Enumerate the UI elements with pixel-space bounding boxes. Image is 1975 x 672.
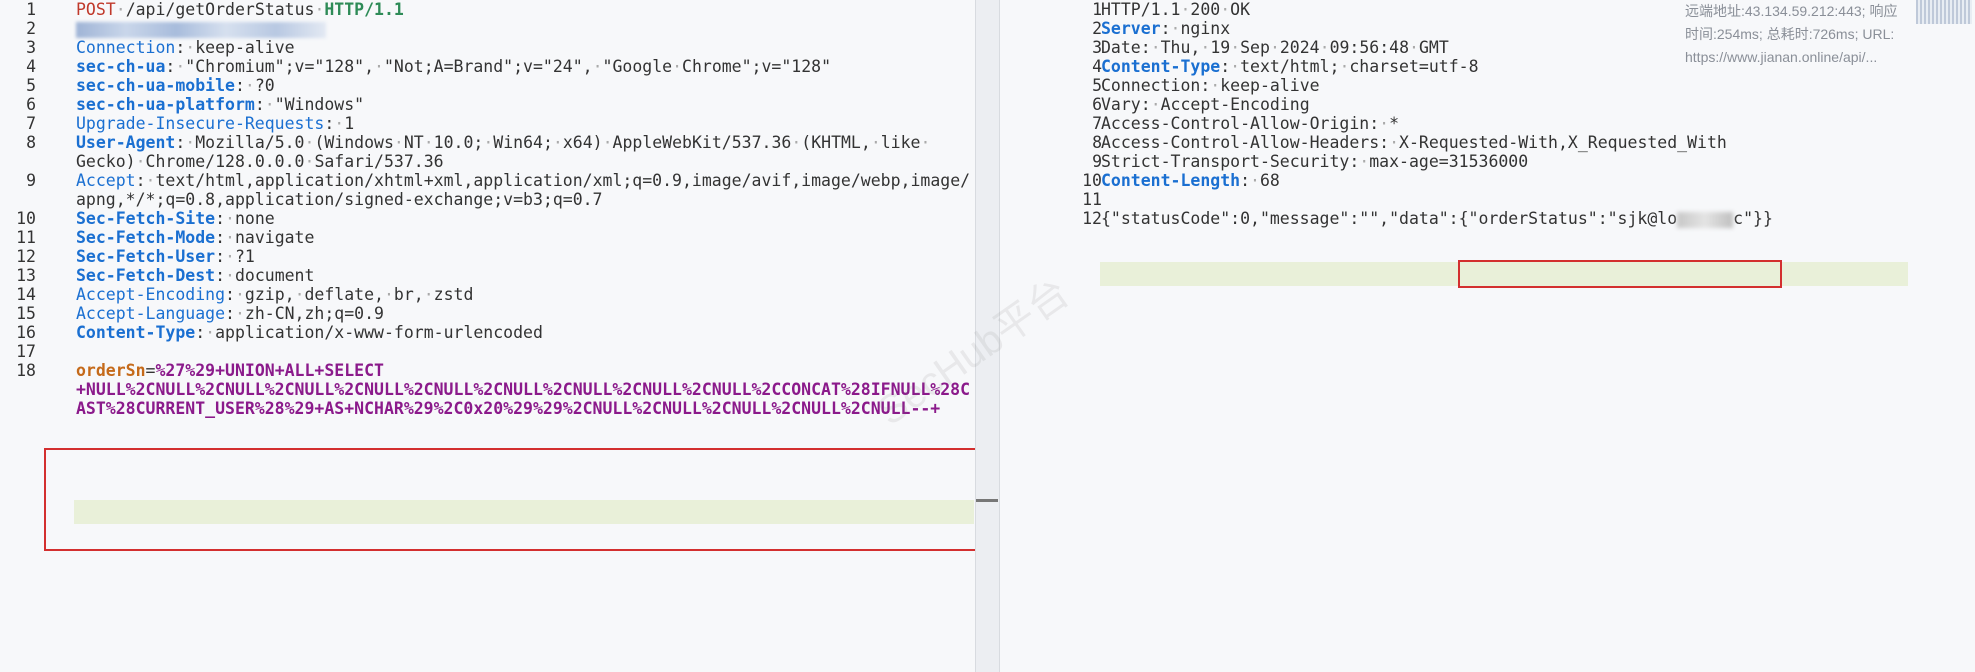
response-meta: 远端地址:43.134.59.212:443; 响应 时间:254ms; 总耗时… [1685, 0, 1905, 69]
token: c"}} [1733, 209, 1773, 228]
timing-info: 时间:254ms; 总耗时:726ms; URL: [1685, 26, 1895, 42]
code-text: {"statusCode":0,"message":"","data":{"or… [1101, 207, 1773, 231]
request-line[interactable]: AST%28CURRENT_USER%28%29+AS+NCHAR%29%2C0… [0, 397, 975, 421]
redacted-value [1677, 211, 1734, 228]
token: AST%28CURRENT_USER%28%29+AS+NCHAR%29%2C0… [76, 399, 941, 418]
response-line[interactable]: 12 {"statusCode":0,"message":"","data":{"… [1010, 207, 1975, 231]
qr-code-icon [1916, 0, 1972, 24]
splitter-grip[interactable] [976, 499, 998, 502]
token: {"statusCode":0,"message":"","data":{"or… [1101, 209, 1678, 228]
payload-highlight-box [44, 448, 978, 551]
request-editor[interactable]: 1 POST·/api/getOrderStatus·HTTP/1.1 2 3 Conn… [0, 0, 978, 672]
result-highlight-box [1458, 260, 1782, 288]
request-url: https://www.jianan.online/api/... [1685, 49, 1878, 65]
line-number: 12 [1082, 209, 1102, 228]
code-text: AST%28CURRENT_USER%28%29+AS+NCHAR%29%2C0… [76, 397, 940, 421]
response-viewer[interactable]: 1 HTTP/1.1·200·OK 2 Server:·nginx 3 Date:·Thu… [1010, 0, 1975, 672]
remote-address: 远端地址:43.134.59.212:443; 响应 [1685, 3, 1898, 19]
